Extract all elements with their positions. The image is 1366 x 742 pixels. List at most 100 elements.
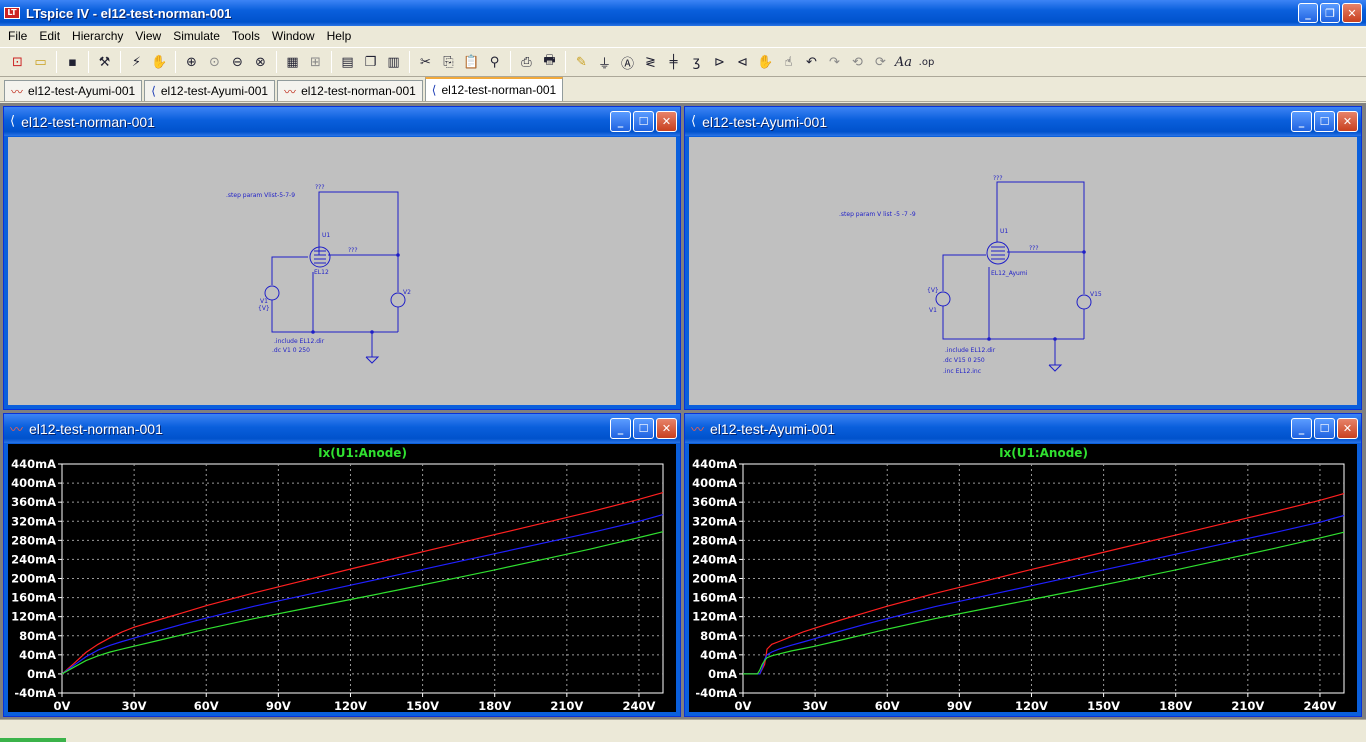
tab-ayumi-waveform[interactable]: 〰 el12-test-Ayumi-001: [4, 80, 143, 101]
close-button[interactable]: ✕: [1342, 3, 1362, 23]
tab-norman-schematic[interactable]: ⟨ el12-test-norman-001: [424, 77, 564, 101]
trace-blue[interactable]: [743, 514, 1345, 675]
cut-icon[interactable]: ✂: [414, 51, 437, 73]
waveform-icon: 〰: [691, 423, 705, 438]
include-directive[interactable]: .include EL12.dir: [274, 338, 325, 345]
label-net-icon[interactable]: Ⓐ: [616, 51, 639, 73]
minimize-button[interactable]: _: [610, 111, 631, 132]
subwindow-titlebar[interactable]: ⟨ el12-test-Ayumi-001 _ ☐ ✕: [685, 107, 1361, 136]
trace-green[interactable]: [61, 531, 664, 675]
close-button[interactable]: ✕: [1337, 418, 1358, 439]
inductor-icon[interactable]: ʒ: [685, 51, 708, 73]
spice-directive-icon[interactable]: .op: [915, 51, 938, 73]
save-icon[interactable]: ▪: [61, 51, 84, 73]
zoom-fit-icon[interactable]: ⊗: [249, 51, 272, 73]
diode-icon[interactable]: ⊳: [708, 51, 731, 73]
ground-icon[interactable]: ⏚: [593, 51, 616, 73]
x-tick-label: 180V: [1159, 699, 1192, 713]
subwindow-titlebar[interactable]: ⟨ el12-test-norman-001 _ ☐ ✕: [4, 107, 680, 136]
waveform-window-ayumi[interactable]: 〰 el12-test-Ayumi-001 _ ☐ ✕ Ix(U1:Anode)…: [684, 413, 1362, 717]
waveform-plot-pane[interactable]: Ix(U1:Anode) -40mA 0mA 40mA 80mA 120mA 160mA 20…: [8, 444, 678, 714]
open-folder-icon[interactable]: ▭: [29, 51, 52, 73]
capacitor-icon[interactable]: ╪: [662, 51, 685, 73]
trace-blue[interactable]: [61, 514, 664, 675]
anode-current-chart[interactable]: Ix(U1:Anode) -40mA 0mA 40mA 80mA 120mA 160mA 20…: [8, 444, 678, 714]
schematic-window-ayumi[interactable]: ⟨ el12-test-Ayumi-001 _ ☐ ✕ .step param …: [684, 106, 1362, 410]
component-icon[interactable]: ⊲: [731, 51, 754, 73]
grid-icon[interactable]: ⊞: [304, 51, 327, 73]
find-icon[interactable]: ⚲: [483, 51, 506, 73]
chart-title[interactable]: Ix(U1:Anode): [999, 446, 1088, 460]
restore-button[interactable]: ❐: [1320, 3, 1340, 23]
minimize-button[interactable]: _: [1291, 111, 1312, 132]
menu-edit[interactable]: Edit: [33, 29, 66, 43]
net-label: ???: [315, 184, 325, 191]
schematic-canvas[interactable]: .step param Vlist-5-7-9 ??? ??? U1 EL12 …: [8, 137, 676, 405]
menu-tools[interactable]: Tools: [226, 29, 266, 43]
tab-norman-waveform[interactable]: 〰 el12-test-norman-001: [277, 80, 423, 101]
menu-view[interactable]: View: [129, 29, 167, 43]
trace-red[interactable]: [743, 493, 1345, 675]
tab-label: el12-test-Ayumi-001: [28, 84, 136, 98]
schematic-canvas[interactable]: .step param V list -5 -7 -9 ??? ??? U1 E…: [689, 137, 1357, 405]
resistor-icon[interactable]: ≷: [639, 51, 662, 73]
close-button[interactable]: ✕: [656, 418, 677, 439]
dc-directive[interactable]: .dc V1 0 250: [272, 347, 310, 354]
menu-hierarchy[interactable]: Hierarchy: [66, 29, 129, 43]
close-button[interactable]: ✕: [656, 111, 677, 132]
chart-title[interactable]: Ix(U1:Anode): [318, 446, 407, 460]
subwindow-titlebar[interactable]: 〰 el12-test-Ayumi-001 _ ☐ ✕: [685, 414, 1361, 443]
pan-icon[interactable]: ⊙: [203, 51, 226, 73]
copy-icon[interactable]: ⎘: [437, 51, 460, 73]
paste-icon[interactable]: 📋: [460, 51, 483, 73]
zoom-out-icon[interactable]: ⊖: [226, 51, 249, 73]
maximize-button[interactable]: ☐: [1314, 111, 1335, 132]
run-icon[interactable]: ⚡: [125, 51, 148, 73]
tile-vertical-icon[interactable]: ▥: [382, 51, 405, 73]
dc-directive[interactable]: .dc V15 0 250: [943, 357, 985, 364]
include-directive[interactable]: .include EL12.dir: [945, 347, 996, 354]
step-directive[interactable]: .step param Vlist-5-7-9: [226, 192, 295, 199]
minimize-button[interactable]: _: [1298, 3, 1318, 23]
menu-file[interactable]: File: [2, 29, 33, 43]
anode-current-chart[interactable]: Ix(U1:Anode) -40mA 0mA 40mA 80mA 120mA 160mA 20…: [689, 444, 1359, 714]
inc-directive[interactable]: .inc EL12.inc: [943, 368, 981, 375]
tab-ayumi-schematic[interactable]: ⟨ el12-test-Ayumi-001: [144, 80, 276, 101]
print-icon[interactable]: 🖶: [538, 51, 561, 73]
cascade-icon[interactable]: ❐: [359, 51, 382, 73]
mirror-icon[interactable]: ⟳: [869, 51, 892, 73]
menu-help[interactable]: Help: [321, 29, 358, 43]
drag-icon[interactable]: ☝: [777, 51, 800, 73]
menu-window[interactable]: Window: [266, 29, 321, 43]
rotate-icon[interactable]: ⟲: [846, 51, 869, 73]
maximize-button[interactable]: ☐: [1314, 418, 1335, 439]
tile-horizontal-icon[interactable]: ▤: [336, 51, 359, 73]
text-icon[interactable]: Aa: [892, 51, 915, 73]
draw-wire-icon[interactable]: ✎: [570, 51, 593, 73]
close-button[interactable]: ✕: [1337, 111, 1358, 132]
control-panel-icon[interactable]: ⚒: [93, 51, 116, 73]
zoom-in-icon[interactable]: ⊕: [180, 51, 203, 73]
autorange-icon[interactable]: ▦: [281, 51, 304, 73]
app-titlebar[interactable]: LT LTspice IV - el12-test-norman-001 _ ❐…: [0, 0, 1366, 26]
new-schematic-icon[interactable]: ⊡: [6, 51, 29, 73]
redo-icon[interactable]: ↷: [823, 51, 846, 73]
toolbar: ⊡ ▭ ▪ ⚒ ⚡ ✋ ⊕ ⊙ ⊖ ⊗ ▦ ⊞ ▤ ❐ ▥ ✂ ⎘ 📋 ⚲ ⎙ …: [0, 47, 1366, 77]
halt-icon[interactable]: ✋: [148, 51, 171, 73]
toolbar-separator: [331, 51, 332, 73]
schematic-window-norman[interactable]: ⟨ el12-test-norman-001 _ ☐ ✕ .step param…: [3, 106, 681, 410]
trace-red[interactable]: [61, 492, 664, 675]
subwindow-titlebar[interactable]: 〰 el12-test-norman-001 _ ☐ ✕: [4, 414, 680, 443]
maximize-button[interactable]: ☐: [633, 418, 654, 439]
step-directive[interactable]: .step param V list -5 -7 -9: [839, 211, 916, 218]
undo-icon[interactable]: ↶: [800, 51, 823, 73]
waveform-window-norman[interactable]: 〰 el12-test-norman-001 _ ☐ ✕ Ix(U1:Anode…: [3, 413, 681, 717]
minimize-button[interactable]: _: [610, 418, 631, 439]
print-setup-icon[interactable]: ⎙: [515, 51, 538, 73]
maximize-button[interactable]: ☐: [633, 111, 654, 132]
menu-simulate[interactable]: Simulate: [167, 29, 226, 43]
waveform-plot-pane[interactable]: Ix(U1:Anode) -40mA 0mA 40mA 80mA 120mA 160mA 20…: [689, 444, 1359, 714]
move-icon[interactable]: ✋: [754, 51, 777, 73]
minimize-button[interactable]: _: [1291, 418, 1312, 439]
trace-green[interactable]: [743, 531, 1345, 675]
